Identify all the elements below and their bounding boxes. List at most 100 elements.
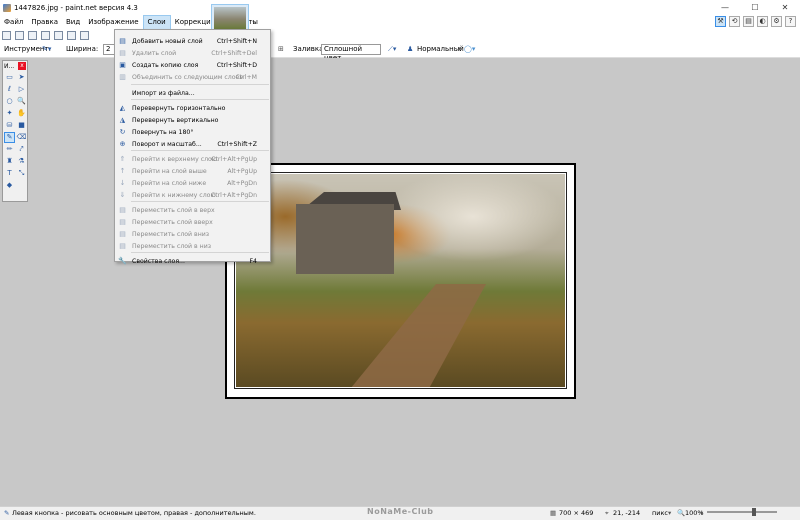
layers-menu-item[interactable]: ▤ Удалить слой Ctrl+Shift+Del — [115, 48, 270, 59]
layers-menu-item[interactable]: ▤ Переместить слой вниз — [115, 229, 270, 240]
close-button[interactable]: ✕ — [770, 0, 800, 15]
menu-item-label: Перейти на слой выше — [132, 168, 207, 175]
save-file-icon[interactable] — [28, 31, 37, 40]
zoom-chevron-icon[interactable]: ▾ — [700, 507, 703, 520]
blend-mode-select[interactable]: Нормальный — [417, 45, 464, 53]
colors-window-toggle-icon[interactable]: ◐ — [757, 16, 768, 27]
layers-menu-item[interactable]: ▤ Переместить слой в верх — [115, 205, 270, 216]
menu-separator — [131, 252, 269, 253]
tools-window-close-icon[interactable]: x — [18, 62, 26, 70]
zoom-slider[interactable] — [707, 508, 777, 516]
clone-stamp-icon[interactable]: ♜ — [4, 156, 15, 167]
move-selected-icon[interactable]: ➤ — [16, 72, 27, 83]
blend-mode-icon[interactable]: ♟ — [407, 45, 413, 53]
gradient-icon[interactable]: ■ — [16, 120, 27, 131]
settings-icon[interactable]: ⚙ — [771, 16, 782, 27]
pan-icon[interactable]: ✋ — [16, 108, 27, 119]
current-tool-icon[interactable]: ✎▾ — [42, 45, 51, 53]
layers-menu-item[interactable]: ◮ Перевернуть вертикально — [115, 115, 270, 126]
recolor-icon[interactable]: ⚗ — [16, 156, 27, 167]
layers-menu-item[interactable]: ◭ Перевернуть горизонтально — [115, 103, 270, 114]
menu-item-3[interactable]: Изображение — [84, 15, 142, 30]
menu-item-label: Свойства слоя... — [132, 258, 185, 265]
menu-item-4[interactable]: Слои — [142, 15, 171, 30]
menu-item-shortcut: Ctrl+M — [235, 74, 257, 81]
menu-item-label: Добавить новый слой — [132, 38, 203, 45]
copy-icon[interactable] — [67, 31, 76, 40]
open-file-icon[interactable] — [15, 31, 24, 40]
image-canvas[interactable] — [225, 163, 576, 399]
layers-menu-item[interactable]: 🔧 Свойства слоя... F4 — [115, 256, 270, 267]
duplicate-layer-icon: ▣ — [119, 61, 126, 69]
menu-separator — [131, 201, 269, 202]
menu-item-label: Импорт из файла... — [132, 90, 195, 97]
color-picker-icon[interactable]: ⤤ — [16, 144, 27, 155]
paste-icon[interactable] — [80, 31, 89, 40]
magic-wand-icon[interactable]: ✦ — [4, 108, 15, 119]
cut-icon[interactable] — [54, 31, 63, 40]
blend-mode-chevron-icon[interactable]: ▾ — [458, 45, 462, 53]
title-bar: 1447826.jpg - paint.net версия 4.3 — ☐ ✕ — [0, 0, 800, 15]
menu-bar: ФайлПравкаВидИзображениеСлоиКоррекцияЭфф… — [0, 15, 800, 30]
layers-menu-item[interactable]: ▣ Создать копию слоя Ctrl+Shift+D — [115, 60, 270, 71]
eraser-icon[interactable]: ⌫ — [16, 132, 27, 143]
lasso-select-icon[interactable]: ℓ — [4, 84, 15, 95]
print-icon[interactable] — [41, 31, 50, 40]
image-tab-thumbnail[interactable] — [211, 4, 249, 32]
maximize-button[interactable]: ☐ — [740, 0, 770, 15]
antialias-icon[interactable]: ⟋▾ — [388, 45, 396, 54]
fill-select[interactable]: Сплошной цвет — [321, 44, 381, 62]
tools-window-title: И... — [4, 62, 15, 70]
paintbrush-icon[interactable]: ✎ — [4, 132, 15, 143]
go-layer-down-icon: ↓ — [119, 179, 126, 187]
minimize-button[interactable]: — — [710, 0, 740, 15]
layers-menu-item[interactable]: ↓ Перейти на слой ниже Alt+PgDn — [115, 178, 270, 189]
layers-menu-item[interactable]: ▤ Добавить новый слой Ctrl+Shift+N — [115, 36, 270, 47]
line-curve-icon[interactable]: ⤡ — [16, 168, 27, 179]
rectangle-select-icon[interactable]: ▭ — [4, 72, 15, 83]
layers-menu-item[interactable]: Импорт из файла... — [115, 88, 270, 99]
layers-menu-item[interactable]: ↑ Перейти на слой выше Alt+PgUp — [115, 166, 270, 177]
menu-item-label: Поворот и масштаб... — [132, 141, 202, 148]
units-select[interactable]: пикс — [652, 507, 668, 520]
layers-menu-item[interactable]: ⊕ Поворот и масштаб... Ctrl+Shift+Z — [115, 139, 270, 150]
text-icon[interactable]: T — [4, 168, 15, 179]
new-file-icon[interactable] — [2, 31, 11, 40]
menu-item-shortcut: Ctrl+Shift+Z — [217, 141, 257, 148]
menu-item-shortcut: Ctrl+Shift+N — [216, 38, 257, 45]
menu-item-1[interactable]: Правка — [27, 15, 62, 30]
menu-item-label: Переместить слой вверх — [132, 219, 213, 226]
move-selection-icon[interactable]: ▷ — [16, 84, 27, 95]
shapes-icon[interactable]: ◆ — [4, 180, 15, 191]
layers-menu-item[interactable]: ⇓ Перейти к нижнему слою Ctrl+Alt+PgDn — [115, 190, 270, 201]
tools-window-toggle-icon[interactable]: ⚒ — [715, 16, 726, 27]
ellipse-select-icon[interactable]: ○ — [4, 96, 15, 107]
selection-mode-icon[interactable]: ◯▾ — [464, 45, 475, 53]
paint-bucket-icon[interactable]: ⛁ — [4, 120, 15, 131]
menu-item-2[interactable]: Вид — [62, 15, 84, 30]
move-layer-up-icon: ▤ — [119, 218, 126, 226]
width-increase-icon[interactable]: ⊞ — [278, 45, 284, 53]
layers-menu-item[interactable]: ▤ Переместить слой в низ — [115, 241, 270, 252]
delete-layer-icon: ▤ — [119, 49, 126, 57]
help-icon[interactable]: ? — [785, 16, 796, 27]
menu-item-label: Перейти к нижнему слою — [132, 192, 216, 199]
layers-menu-item[interactable]: ▤ Переместить слой вверх — [115, 217, 270, 228]
menu-item-label: Создать копию слоя — [132, 62, 199, 69]
menu-item-0[interactable]: Файл — [0, 15, 27, 30]
menu-item-label: Переместить слой вниз — [132, 231, 210, 238]
tools-window: И... x ▭ ➤ ℓ ▷ ○ 🔍 ✦ ✋ ⛁ ■ ✎ ⌫ ✏ ⤤ ♜ ⚗ T… — [2, 60, 28, 202]
chevron-down-icon[interactable]: ⌄ — [251, 17, 257, 25]
menu-item-shortcut: Alt+PgDn — [227, 180, 257, 187]
layers-window-toggle-icon[interactable]: ▤ — [743, 16, 754, 27]
layers-menu-item[interactable]: ▥ Объединить со следующим слоем Ctrl+M — [115, 72, 270, 83]
window-toggle-buttons: ⚒ ⟲ ▤ ◐ ⚙ ? — [715, 16, 796, 27]
zoom-icon[interactable]: 🔍 — [16, 96, 27, 107]
layers-menu-item[interactable]: ⇑ Перейти к верхнему слою Ctrl+Alt+PgUp — [115, 154, 270, 165]
layers-menu-item[interactable]: ↻ Повернуть на 180° — [115, 127, 270, 138]
zoom-slider-knob[interactable] — [752, 508, 756, 516]
units-chevron-icon[interactable]: ▾ — [668, 507, 671, 520]
pencil-icon[interactable]: ✏ — [4, 144, 15, 155]
flip-horizontal-icon: ◭ — [119, 104, 126, 112]
history-window-toggle-icon[interactable]: ⟲ — [729, 16, 740, 27]
